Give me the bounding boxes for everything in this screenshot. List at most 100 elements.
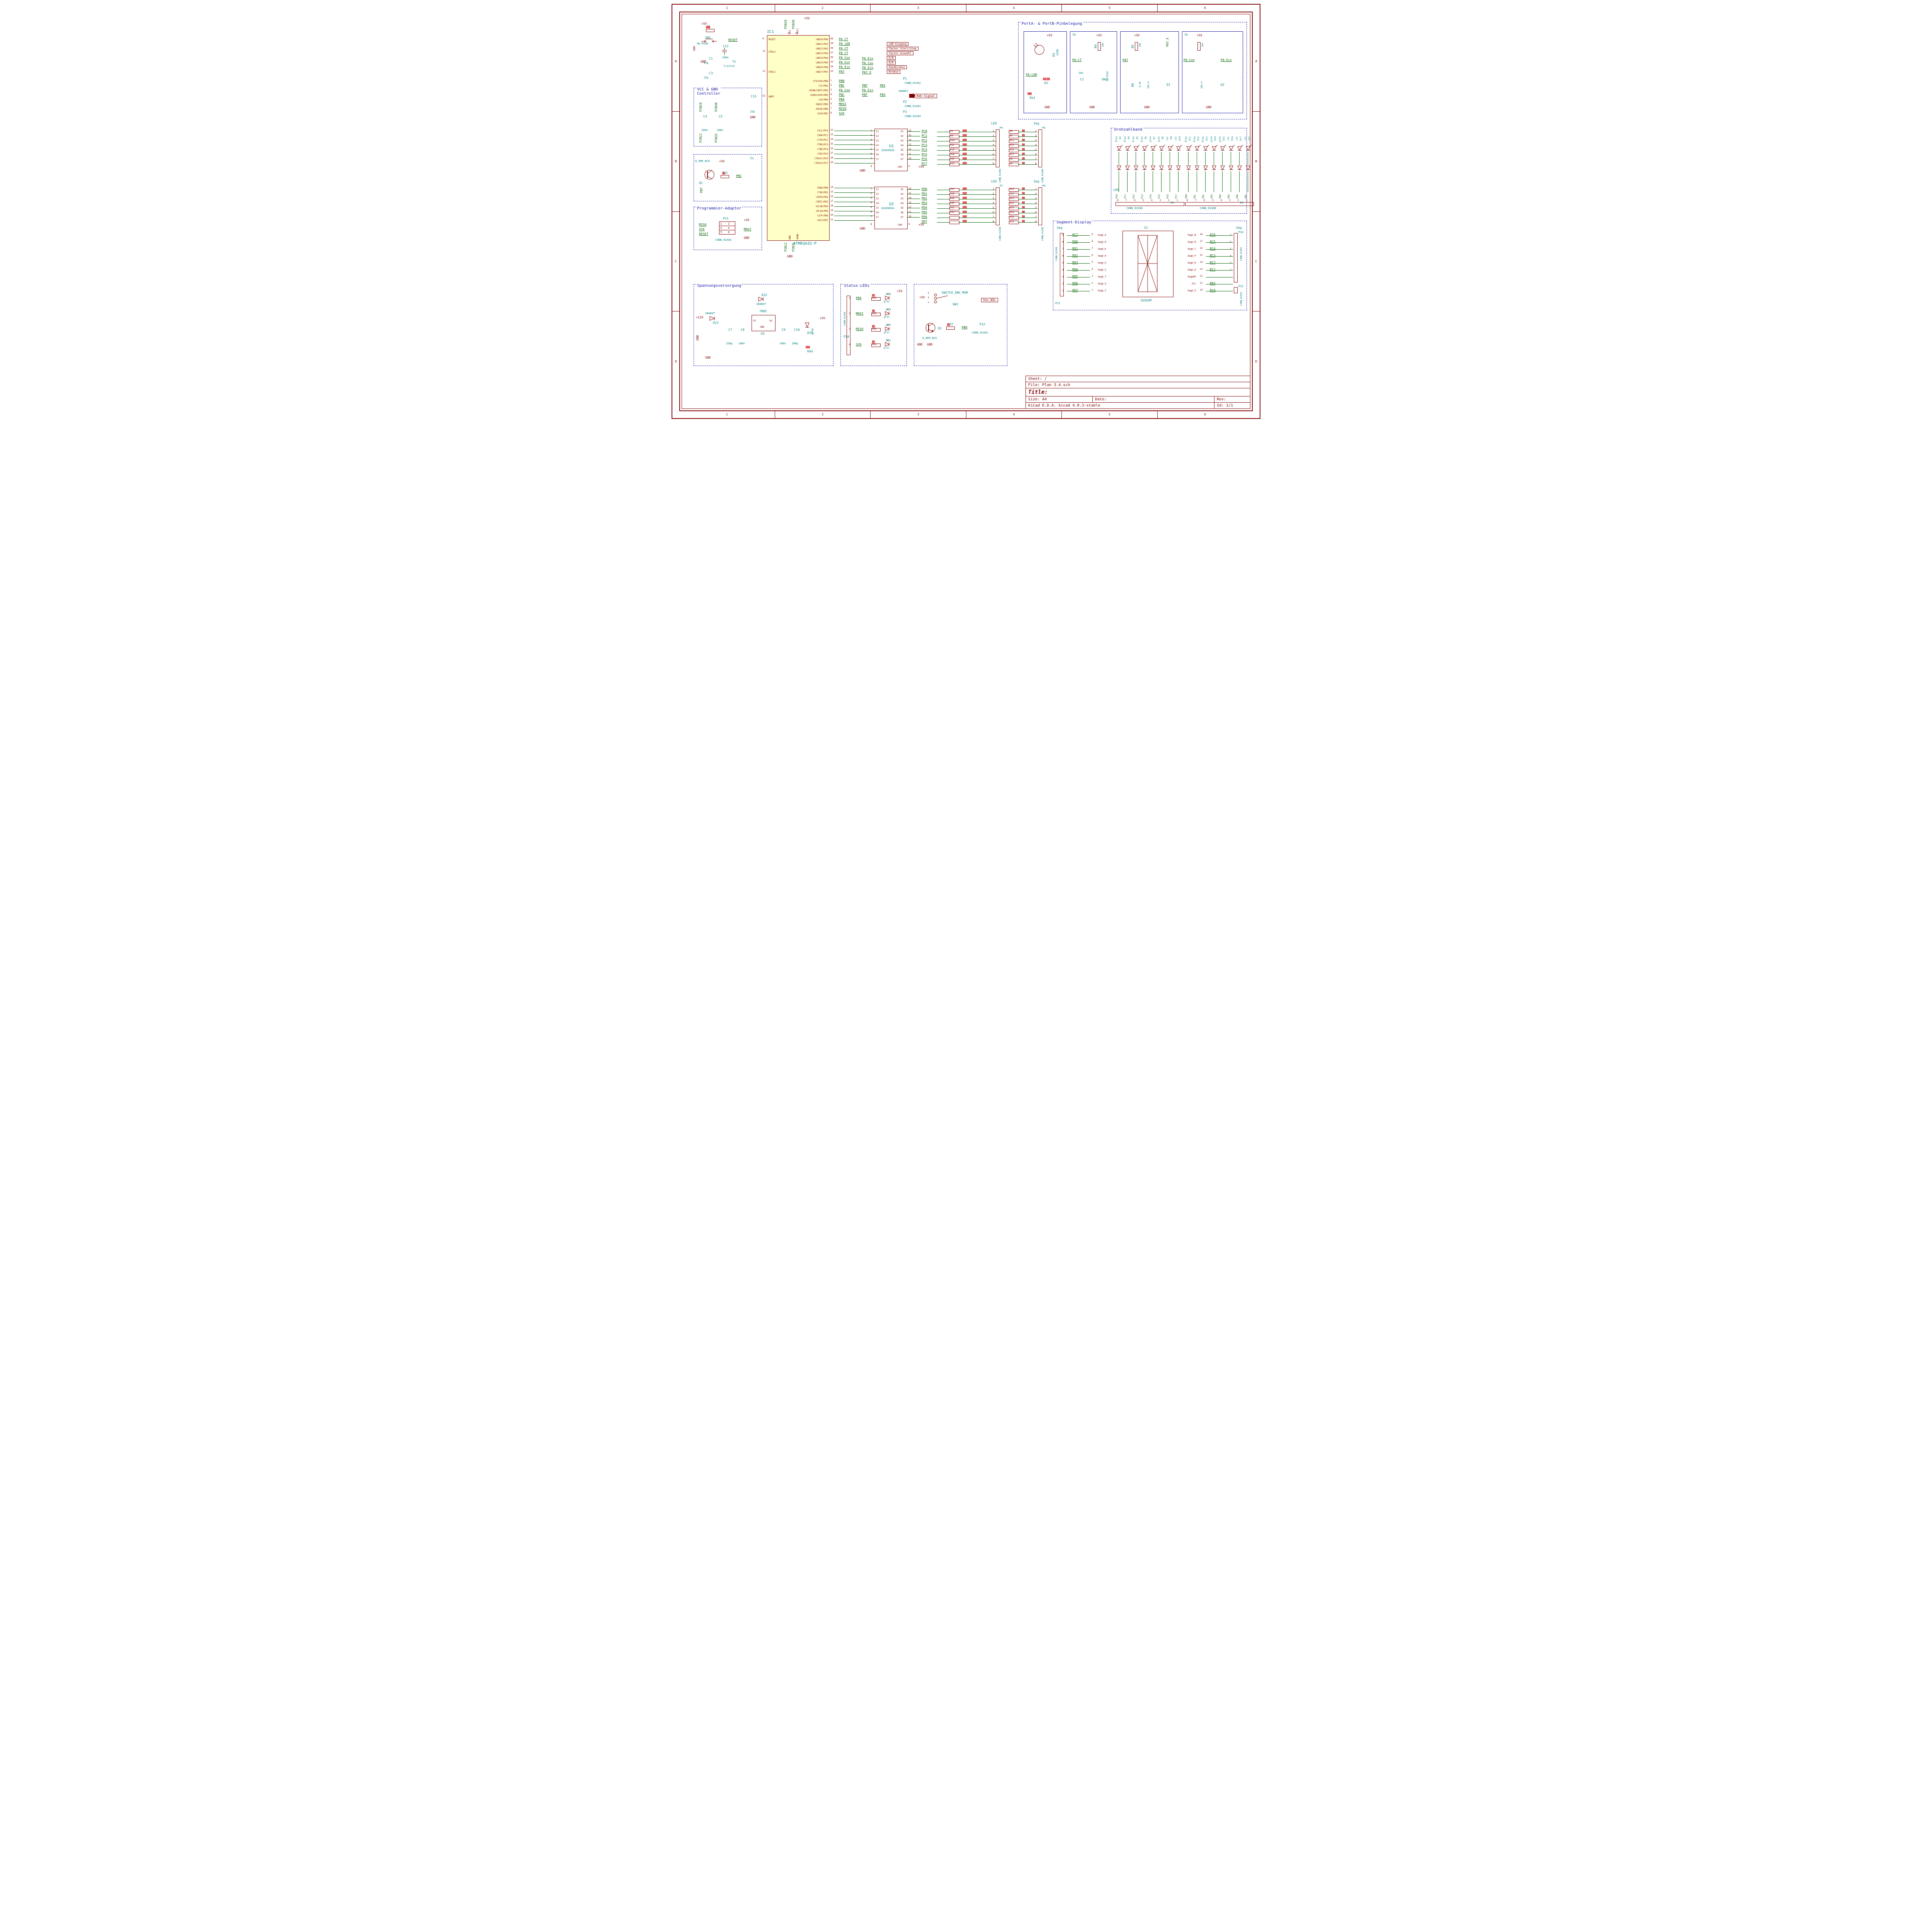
ref-c4: C4 [703, 115, 707, 118]
p3: CONN_01X04 [905, 115, 921, 118]
hdr-seg1: Seg [1034, 122, 1039, 125]
net-pa-ldr: PA-LDR [1026, 73, 1037, 77]
ref-c13: C13 [751, 95, 756, 98]
sub-pa7 [1120, 31, 1179, 113]
sw-gnd2: GND [917, 343, 922, 346]
mcu-part: ATMEGA32-P [793, 242, 816, 246]
sub-con [1182, 31, 1243, 113]
c9-val: 100n [779, 342, 786, 345]
r44: R44 [807, 350, 813, 353]
r37 [946, 327, 955, 330]
ref-p11: P11 [723, 217, 728, 220]
c9: C9 [782, 328, 786, 332]
net-pbt: PBT [700, 187, 703, 193]
net-mosi: MOSI [744, 228, 751, 231]
tb-date: Date: [1093, 396, 1214, 402]
net-pbc: PBC [736, 174, 742, 178]
tb-sheet: Sheet: / [1026, 376, 1250, 382]
c7-val: 220µ [726, 342, 733, 345]
net-pin11-bot: PIN11 [784, 242, 787, 252]
box-title-porta: PortA- & PortB-Pinbelegung [1021, 22, 1083, 26]
sw3: SW3 [952, 303, 958, 306]
q-type: Q_PNP_BCE [695, 160, 710, 163]
net-reset: RESET [728, 38, 738, 42]
pwr-prog: +5V [744, 218, 749, 222]
box-title-dreh: Drehzahlband [1114, 128, 1143, 132]
r4 [1098, 42, 1101, 51]
c7: C7 [728, 328, 732, 332]
val-p11: CONN_02X03 [715, 238, 731, 242]
p5: CONN_01X08 [1041, 169, 1044, 183]
box-title-status: Status-LEDs [843, 284, 870, 288]
hdr-seg2: Seg [1034, 180, 1039, 183]
p14-type: CONN_01X04 [844, 312, 846, 326]
title-block: Sheet: / File: Plan 3.4.sch Title: Size:… [1026, 376, 1250, 408]
u2-ref: U2 [889, 202, 894, 206]
ref-c5: C5 [719, 115, 723, 118]
ic-7805 [752, 315, 776, 331]
r31 [721, 175, 729, 178]
sub-ldr [1024, 31, 1067, 113]
pwr-pbc: +5V [719, 160, 724, 163]
vin: +12V [696, 316, 703, 319]
diode-1n4007: 1N4007 [898, 90, 908, 93]
net-pin31: PIN31 [714, 133, 718, 143]
net-reset2: RESET [699, 232, 708, 236]
sw-5v: +5V [919, 296, 925, 299]
ldr-icon [1034, 42, 1045, 58]
ruler-left: ABCD [672, 12, 679, 411]
c8-val: 100n [738, 342, 745, 345]
mcu-ref: IC1 [767, 30, 774, 34]
flag-kmh: Kmh-Signal [915, 94, 937, 98]
c10-val: 100µ [792, 342, 798, 345]
d23-val: 1N4007 [705, 312, 715, 315]
val-c12: 100n [722, 56, 729, 59]
tb-title: Title: [1026, 388, 1250, 396]
net-pin10-top: PIN10 [784, 20, 787, 29]
ruler-right: ABCD [1253, 12, 1260, 411]
p1: CONN_01X02 [905, 82, 921, 85]
vout: +5V [820, 316, 825, 320]
inner-frame: +5V R1 10k SW1 SW_PUSH GND RESET C12 100… [682, 14, 1250, 409]
box-title-seg: Segment-Display [1056, 220, 1092, 225]
ref-c1: C1 [709, 57, 713, 60]
u3-val: 7805 [759, 310, 767, 313]
net-pin10: PIN10 [699, 102, 702, 112]
sub-ct [1070, 31, 1117, 113]
p12-type: CONN_01X01 [972, 331, 988, 334]
r37-val: 1k [947, 323, 950, 326]
net-pin31-bot: PIN31 [792, 242, 795, 252]
led-icon [804, 323, 810, 330]
resistor-r1 [706, 29, 714, 32]
box-title-vcc: VCC & GND Controller [696, 87, 721, 96]
frame: +5V R1 10k SW1 SW_PUSH GND RESET C12 100… [679, 12, 1253, 411]
net-miso: MISO [699, 223, 706, 226]
conn-p8: CONN_01X08 [1126, 207, 1143, 210]
val-r31: 1k [722, 172, 725, 175]
net-pin11: PIN11 [699, 133, 702, 143]
net-sck: SCK [699, 228, 704, 231]
status-pwr: +5V [897, 289, 902, 293]
hdr-led1: LED [991, 122, 997, 125]
c10: C10 [794, 328, 799, 332]
power-5v: +5V [701, 22, 707, 26]
tb-rev: Rev: [1214, 396, 1250, 402]
r5 [1135, 42, 1138, 51]
schematic-sheet: 123456 123456 ABCD ABCD +5V R1 10k SW1 S… [672, 4, 1260, 419]
r44-val: 150 [806, 346, 810, 349]
diode-icon [757, 296, 769, 302]
u3: U3 [761, 332, 765, 335]
mult-2x: 2x [750, 157, 754, 160]
val-y1: Crystal [724, 65, 735, 68]
box-title-psu: Spannungsversorgung [696, 284, 742, 288]
ref-q1: Q1 [699, 181, 703, 185]
psu-gnd: GND [705, 356, 711, 359]
q2-type: Q_NPN_BCE [922, 337, 937, 340]
ref-y1: Y1 [732, 60, 736, 63]
net-pin30-top: PIN30 [792, 20, 795, 29]
ruler-top: 123456 [679, 5, 1253, 12]
net-pa-ct: PA-CT [1072, 58, 1082, 62]
net-pb0-sw: PB0 [962, 326, 967, 329]
d25-col: grün [811, 328, 814, 335]
box-title-prog: Programmier-Adapter [696, 206, 742, 211]
